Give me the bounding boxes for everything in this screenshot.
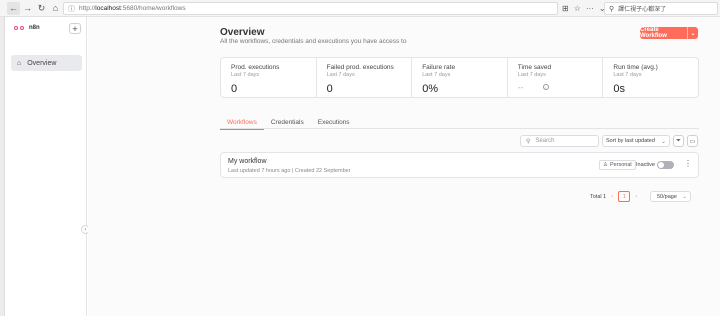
stat-value: 0 <box>231 83 238 95</box>
chevron-down-icon[interactable]: ⌄ <box>687 27 698 39</box>
page-title: Overview <box>220 27 265 38</box>
sidebar-item-overview[interactable]: ⌂ Overview <box>11 55 82 71</box>
grid-view-icon: ▭ <box>689 138 696 145</box>
user-icon: ♙ <box>603 162 608 168</box>
reload-icon[interactable]: ↻ <box>35 2 48 15</box>
stat-period: Last 7 days <box>231 72 260 78</box>
stat-label: Failed prod. executions <box>326 64 394 71</box>
sort-value: Sort by last updated <box>606 138 655 144</box>
url-prefix: http:// <box>79 5 96 12</box>
url-path: :5680/home/workflows <box>120 5 186 12</box>
workflow-status: Inactive <box>636 162 655 168</box>
filter-icon: ⏷ <box>676 137 681 144</box>
workflow-meta: Last updated 7 hours ago | Created 22 Se… <box>228 168 351 174</box>
home-icon: ⌂ <box>17 59 22 67</box>
logo[interactable]: n8n <box>14 25 40 31</box>
view-toggle-button[interactable]: ▭ <box>687 135 698 147</box>
create-workflow-label[interactable]: Create Workflow <box>640 27 687 39</box>
stat-label: Failure rate <box>422 64 456 71</box>
search-icon: ⚲ <box>609 5 615 13</box>
stat-period: Last 7 days <box>326 72 355 78</box>
stat-label: Prod. executions <box>231 64 280 71</box>
page-size-select[interactable]: 50/page ⌄ <box>650 191 691 202</box>
sort-select[interactable]: Sort by last updated ⌄ <box>602 135 670 147</box>
stat-period: Last 7 days <box>517 72 546 78</box>
stat-value: 0s <box>613 83 625 95</box>
url-host: localhost <box>95 5 121 12</box>
stat-label: Time saved <box>517 64 552 71</box>
menu-dots-icon[interactable]: ··· <box>586 4 594 13</box>
tab-divider <box>220 128 699 129</box>
page-size-value: 50/page <box>657 193 677 200</box>
stat-failed-executions[interactable]: Failed prod. executions Last 7 days 0 <box>317 58 413 97</box>
filter-button[interactable]: ⏷ <box>673 135 684 147</box>
star-icon[interactable]: ☆ <box>574 4 581 13</box>
stat-period: Last 7 days <box>422 72 451 78</box>
stat-value: 0 <box>326 83 333 95</box>
search-icon: ⚲ <box>526 138 531 145</box>
home-icon[interactable]: ⌂ <box>49 2 62 15</box>
page-subtitle: All the workflows, credentials and execu… <box>220 38 407 45</box>
next-page-icon[interactable]: › <box>635 194 637 200</box>
workflow-card[interactable]: My workflow Last updated 7 hours ago | C… <box>220 152 699 178</box>
stat-prod-executions[interactable]: Prod. executions Last 7 days 0 <box>221 58 317 97</box>
stat-period: Last 7 days <box>613 72 642 78</box>
chevron-down-icon: ⌄ <box>660 138 666 145</box>
browser-toolbar: ← → ↻ ⌂ ⓘ http://localhost:5680/home/wor… <box>0 0 720 17</box>
add-button[interactable]: + <box>69 23 81 34</box>
search-placeholder: Search <box>535 138 555 144</box>
info-icon: ⓘ <box>68 5 75 13</box>
more-options-icon[interactable]: ⋮ <box>684 159 692 168</box>
prev-page-icon[interactable]: ‹ <box>611 194 613 200</box>
forward-icon[interactable]: → <box>21 2 34 15</box>
active-toggle[interactable] <box>657 161 674 169</box>
translate-icon[interactable]: ⊞ <box>562 4 569 13</box>
workflow-name[interactable]: My workflow <box>228 158 267 165</box>
stat-value: -- <box>517 83 524 92</box>
main-content: Overview All the workflows, credentials … <box>88 17 720 316</box>
address-bar[interactable]: ⓘ http://localhost:5680/home/workflows <box>63 2 558 15</box>
owner-badge-label: Personal <box>609 162 632 168</box>
logo-text: n8n <box>29 25 40 31</box>
browser-search-text: 譯仁視子心都深了 <box>618 7 667 13</box>
stat-failure-rate[interactable]: Failure rate Last 7 days 0% <box>412 58 508 97</box>
chevron-down-icon: ⌄ <box>682 193 687 200</box>
stat-label: Run time (avg.) <box>613 64 658 71</box>
create-workflow-button[interactable]: Create Workflow ⌄ <box>640 27 698 39</box>
page-number[interactable]: 1 <box>618 191 631 202</box>
stat-run-time[interactable]: Run time (avg.) Last 7 days 0s <box>603 58 698 97</box>
back-icon[interactable]: ← <box>7 1 20 15</box>
owner-badge: ♙ Personal <box>599 160 636 170</box>
pagination: Total 1 ‹ 1 › <box>590 191 637 202</box>
sidebar-item-label: Overview <box>27 59 57 67</box>
sidebar: n8n + ⌂ Overview <box>5 17 87 316</box>
info-icon[interactable]: i <box>542 84 549 90</box>
stats-panel: Prod. executions Last 7 days 0 Failed pr… <box>220 57 699 98</box>
search-input[interactable]: ⚲ Search <box>520 135 599 147</box>
total-count: Total 1 <box>590 193 607 200</box>
stat-value: 0% <box>422 83 439 95</box>
browser-search-box[interactable]: ⚲ 譯仁視子心都深了 <box>604 2 718 15</box>
stat-time-saved[interactable]: Time saved Last 7 days -- i <box>508 58 604 97</box>
n8n-logo-icon <box>14 25 26 31</box>
